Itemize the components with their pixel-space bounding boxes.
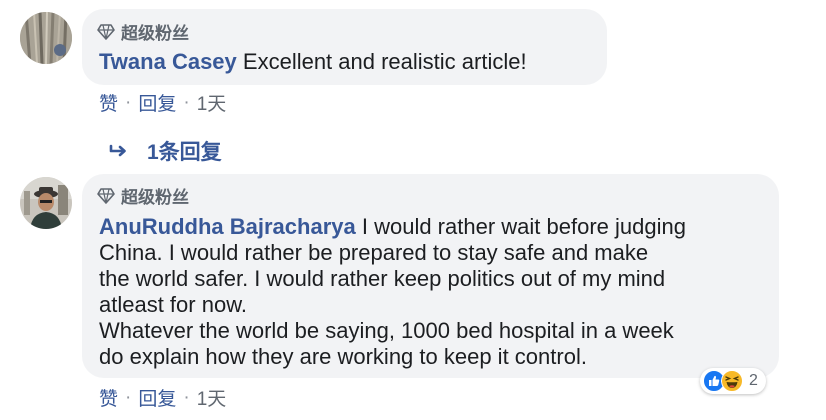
diamond-icon: [97, 23, 115, 40]
top-fan-badge: 超级粉丝: [97, 183, 189, 208]
reply-link[interactable]: 回复: [138, 384, 176, 411]
reply-arrow-icon: [109, 144, 126, 157]
separator-dot: ·: [183, 386, 190, 408]
separator-dot: ·: [183, 91, 190, 113]
haha-reaction-icon: [721, 370, 743, 392]
comment-author[interactable]: Twana Casey: [99, 49, 237, 74]
comment-text: AnuRuddha Bajracharya I would rather wai…: [99, 214, 771, 370]
reactions-count: 2: [749, 372, 758, 389]
comment-timestamp[interactable]: 1天: [197, 384, 227, 411]
separator-dot: ·: [125, 91, 132, 113]
diamond-icon: [97, 187, 115, 204]
like-link[interactable]: 赞: [99, 89, 118, 116]
reactions-summary[interactable]: 2: [700, 368, 766, 394]
comment-actions: 赞 · 回复 · 1天: [99, 384, 226, 411]
comment-text: Twana Casey Excellent and realistic arti…: [99, 49, 599, 75]
comment-body: Excellent and realistic article!: [242, 49, 527, 74]
avatar-twana-casey[interactable]: [20, 12, 72, 64]
view-replies-link[interactable]: 1条回复: [109, 136, 222, 166]
replies-count-label[interactable]: 1条回复: [147, 136, 222, 166]
comment-timestamp[interactable]: 1天: [197, 89, 227, 116]
separator-dot: ·: [125, 386, 132, 408]
reply-link[interactable]: 回复: [138, 89, 176, 116]
comment-body-first-line: I would rather wait before judging: [361, 214, 686, 239]
like-link[interactable]: 赞: [99, 384, 118, 411]
comment-author[interactable]: AnuRuddha Bajracharya: [99, 214, 356, 239]
badge-label: 超级粉丝: [121, 24, 189, 43]
top-fan-badge: 超级粉丝: [97, 19, 189, 44]
avatar-anuruddha-bajracharya[interactable]: [20, 177, 72, 229]
comment-actions: 赞 · 回复 · 1天: [99, 89, 226, 116]
badge-label: 超级粉丝: [121, 188, 189, 207]
comment-body: China. I would rather be prepared to sta…: [99, 240, 674, 369]
